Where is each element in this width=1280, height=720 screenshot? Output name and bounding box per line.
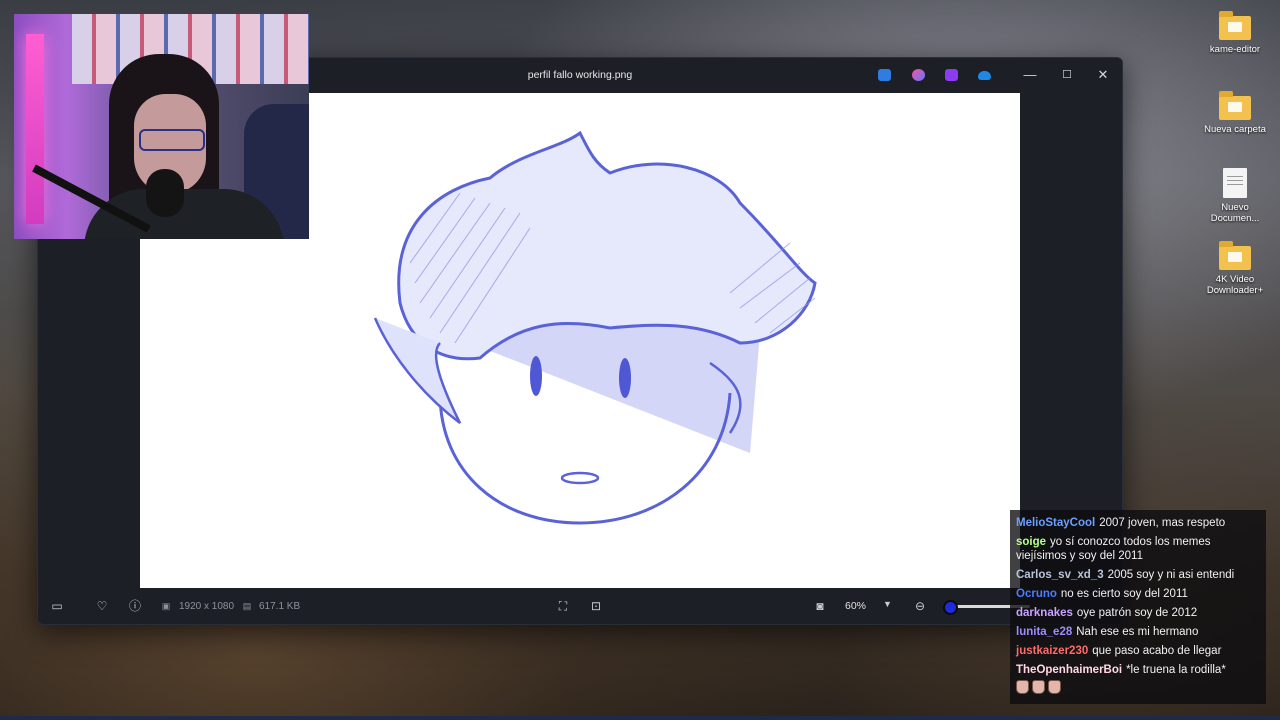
file-size: 617.1 KB [259,601,301,612]
image-dimensions: 1920 x 1080 [179,601,235,612]
visual-search-icon[interactable]: ⊡ [588,598,604,614]
led-light [26,34,44,224]
chat-username: justkaizer230 [1016,645,1089,657]
chat-text: que paso acabo de llegar [1092,645,1222,657]
desktop-icon-nuevo-documento[interactable]: Nuevo Documen... [1197,168,1273,224]
chat-text: no es cierto soy del 2011 [1060,588,1188,600]
desktop-icon-label: kame-editor [1209,44,1261,55]
desktop-icon-4k-video-downloader[interactable]: 4K Video Downloader+ [1197,241,1273,296]
bottom-toolbar: ▭ ♡ ⓘ ▣ 1920 x 1080 ▤ 617.1 KB ⛶ ⊡ ◙ 60%… [38,588,1122,624]
minimize-button[interactable]: — [1021,66,1039,84]
clipchamp-icon[interactable] [945,69,958,81]
chat-text: 2007 joven, mas respeto [1099,517,1226,529]
edit-icon[interactable] [878,69,891,81]
emote-icon [1016,680,1029,694]
chat-message: darknakes oye patrón soy de 2012 [1016,606,1262,620]
chat-text: *le truena la rodilla* [1126,664,1226,676]
chat-text: 2005 soy y ni asi entendi [1107,569,1235,581]
chat-text: Nah ese es mi hermano [1076,626,1199,638]
chat-message: TheOpenhaimerBoi *le truena la rodilla* [1016,663,1262,677]
chat-username: soige [1016,536,1047,548]
desktop-icon-label: 4K Video Downloader+ [1206,274,1264,296]
filmstrip-icon[interactable]: ▭ [49,598,65,614]
file-size-icon: ▤ [242,601,252,611]
paint-icon[interactable] [912,69,925,81]
maximize-button[interactable]: ☐ [1058,66,1076,84]
desktop-icon-label: Nuevo Documen... [1210,202,1260,224]
folder-icon [1219,11,1251,40]
info-icon[interactable]: ⓘ [127,598,143,614]
webcam-overlay [14,14,309,239]
chat-username: lunita_e28 [1016,626,1073,638]
chat-emotes [1016,680,1262,698]
zoom-level[interactable]: 60% [845,600,866,612]
close-button[interactable]: ✕ [1094,66,1112,84]
chevron-down-icon[interactable]: ▼ [883,599,892,609]
chat-message: Ocruno no es cierto soy del 2011 [1016,587,1262,601]
onedrive-icon[interactable] [978,71,991,80]
emote-icon [1048,680,1061,694]
microphone [146,169,184,217]
chat-message: lunita_e28 Nah ese es mi hermano [1016,625,1262,639]
chat-message: justkaizer230 que paso acabo de llegar [1016,644,1262,658]
desktop-icon-kame-editor[interactable]: kame-editor [1197,11,1273,55]
chat-username: Carlos_sv_xd_3 [1016,569,1104,581]
document-icon [1223,168,1247,198]
chat-username: MelioStayCool [1016,517,1096,529]
taskbar-edge [0,716,1280,720]
chat-message: soige yo sí conozco todos los memes viejí… [1016,535,1262,563]
chat-text: oye patrón soy de 2012 [1076,607,1198,619]
chat-message: Carlos_sv_xd_3 2005 soy y ni asi entendi [1016,568,1262,582]
desktop-icon-label: Nueva carpeta [1204,124,1266,135]
folder-icon [1219,241,1251,270]
zoom-out-icon[interactable]: ⊖ [912,598,928,614]
chat-username: darknakes [1016,607,1073,619]
glasses [139,129,205,151]
emote-icon [1032,680,1045,694]
zoom-slider-thumb[interactable] [943,600,958,615]
folder-icon [1219,91,1251,120]
dimensions-icon: ▣ [161,601,171,611]
chat-message: MelioStayCool 2007 joven, mas respeto [1016,516,1262,530]
chat-overlay: MelioStayCool 2007 joven, mas respeto soi… [1010,510,1266,704]
crop-fit-icon[interactable]: ⛶ [555,598,571,614]
chat-username: Ocruno [1016,588,1057,600]
favorite-heart-icon[interactable]: ♡ [94,598,110,614]
chat-username: TheOpenhaimerBoi [1016,664,1123,676]
desktop-icon-nueva-carpeta[interactable]: Nueva carpeta [1197,91,1273,135]
fit-to-window-icon[interactable]: ◙ [812,598,828,614]
